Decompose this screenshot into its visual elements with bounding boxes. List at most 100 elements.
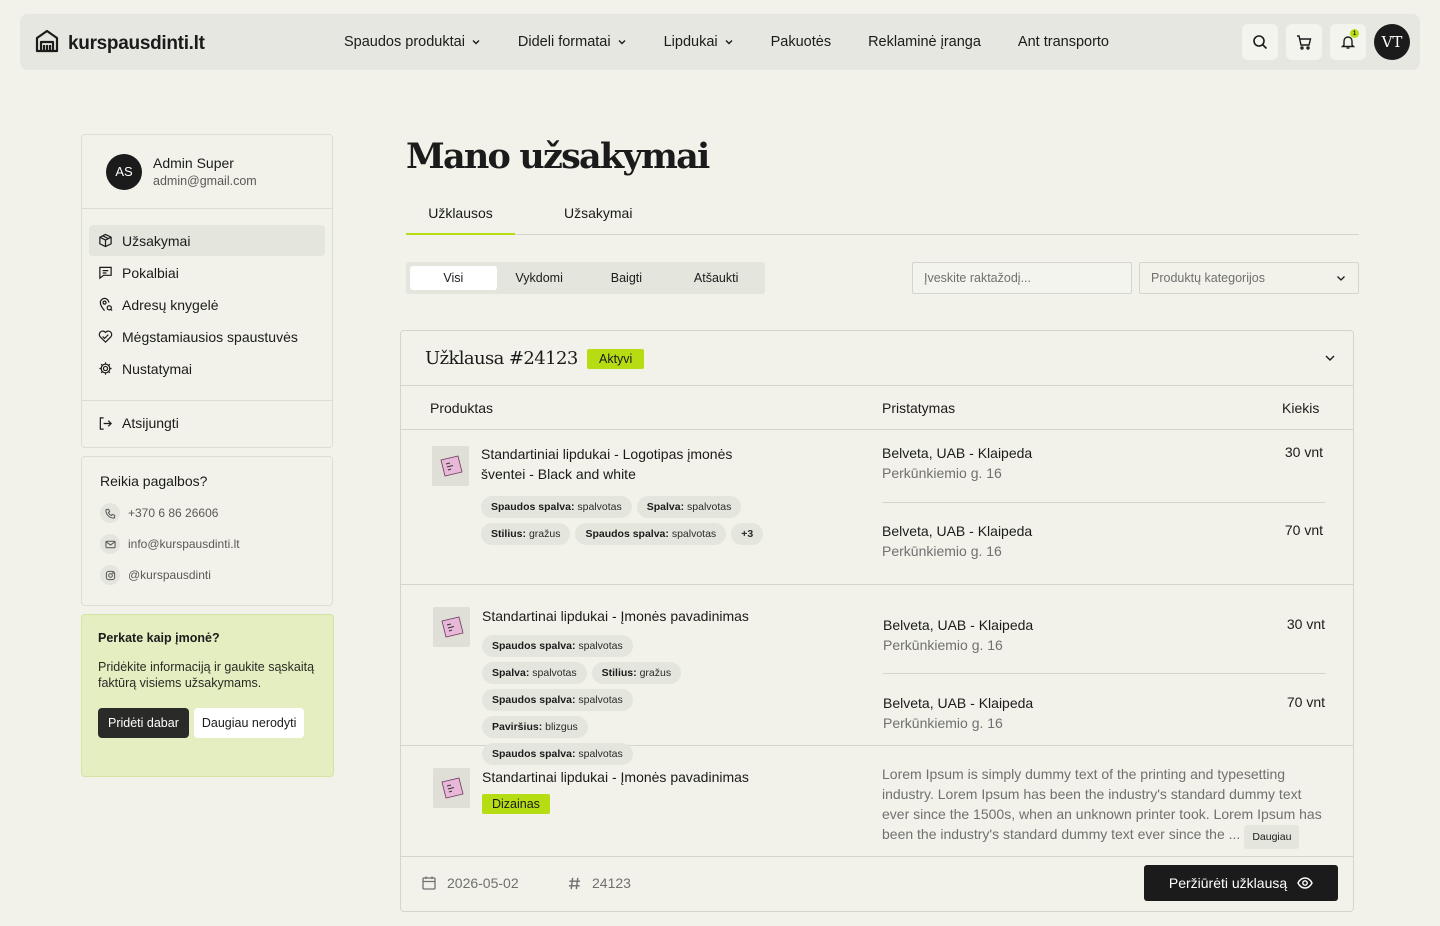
search-button[interactable] [1242, 24, 1278, 60]
avatar: AS [106, 153, 142, 190]
nav-item-lipdukai[interactable]: Lipdukai [664, 34, 734, 50]
order-number-text: 24123 [592, 875, 631, 891]
package-icon [99, 233, 112, 248]
product-tags: Spaudos spalva: spalvotas Spalva: spalvo… [481, 496, 781, 545]
status-filter: Visi Vykdomi Baigti Atšaukti [406, 262, 765, 294]
nav-item-dideli-formatai[interactable]: Dideli formatai [518, 34, 627, 50]
notification-badge: 1 [1350, 29, 1359, 38]
add-company-button[interactable]: Pridėti dabar [98, 708, 189, 738]
logout-icon [99, 416, 112, 430]
tab-uzklausos[interactable]: Užklausos [406, 205, 515, 235]
product-tag: Paviršius: blizgus [482, 716, 588, 738]
status-badge: Aktyvi [587, 349, 645, 369]
product-tag: Stilius: gražus [481, 523, 571, 545]
product-tag: Spaudos spalva: spalvotas [481, 496, 632, 518]
sticker-image-icon [441, 616, 463, 638]
top-navigation-bar: kurspausdinti.lt Spaudos produktai Didel… [20, 14, 1420, 70]
profile-name: Admin Super [153, 155, 234, 171]
sidebar-item-adresu-knygele[interactable]: Adresų knygelė [89, 289, 325, 320]
user-avatar[interactable]: VT [1374, 24, 1410, 60]
nav-label: Lipdukai [663, 34, 718, 50]
sidebar-item-label: Užsakymai [122, 232, 191, 249]
header-actions: 1 VT [1242, 24, 1410, 60]
nav-item-reklamine-iranga[interactable]: Reklaminė įranga [868, 34, 981, 50]
order-title: Užklausa #24123 [425, 348, 578, 369]
delivery-divider [882, 502, 1325, 503]
table-row: Standartiniai lipdukai - Logotipas įmonė… [401, 430, 1353, 585]
delivery-divider [883, 673, 1326, 674]
product-thumbnail [433, 607, 470, 647]
design-badge: Dizainas [482, 794, 550, 814]
help-title: Reikia pagalbos? [100, 473, 208, 489]
help-instagram[interactable]: @kurspausdinti [100, 565, 314, 585]
product-thumbnail [433, 768, 470, 808]
view-request-button[interactable]: Peržiūrėti užklausą [1144, 865, 1338, 901]
sidebar-item-pokalbiai[interactable]: Pokalbiai [89, 257, 325, 288]
filter-vykdomi[interactable]: Vykdomi [497, 266, 582, 290]
sidebar-item-uzsakymai[interactable]: Užsakymai [89, 225, 325, 256]
company-title: Perkate kaip įmonė? [98, 631, 220, 645]
logout-label: Atsijungti [122, 415, 179, 431]
nav-item-spaudos-produktai[interactable]: Spaudos produktai [344, 34, 481, 50]
nav-label: Dideli formatai [517, 34, 611, 50]
logout-button[interactable]: Atsijungti [82, 401, 332, 445]
delivery-company: Belveta, UAB - Klaipeda [883, 617, 1034, 633]
quantity: 30 vnt [1286, 616, 1325, 632]
sidebar-item-nustatymai[interactable]: Nustatymai [89, 353, 325, 384]
category-select[interactable]: Produktų kategorijos [1139, 262, 1359, 294]
sidebar-item-label: Nustatymai [122, 360, 193, 377]
chevron-down-icon [1325, 355, 1335, 361]
profile: AS Admin Super admin@gmail.com [82, 135, 332, 209]
product-tag: Stilius: gražus [591, 662, 682, 684]
chevron-down-icon [725, 40, 733, 45]
nav-item-ant-transporto[interactable]: Ant transporto [1018, 34, 1109, 50]
sticker-image-icon [441, 777, 463, 799]
nav-item-pakuotes[interactable]: Pakuotės [771, 34, 831, 50]
delivery-entry: Belveta, UAB - Klaipeda Perkūnkiemio g. … [883, 615, 1033, 655]
category-select-label: Produktų kategorijos [1151, 271, 1265, 285]
sidebar-item-megstamiausios-spaustuves[interactable]: Mėgstamiausios spaustuvės [89, 321, 325, 352]
table-row: Standartinai lipdukai - Įmonės pavadinim… [401, 585, 1353, 765]
cart-icon [1297, 35, 1312, 50]
delivery-company: Belveta, UAB - Klaipeda [882, 445, 1033, 461]
chevron-down-icon [618, 40, 626, 45]
sidebar-item-label: Pokalbiai [122, 264, 179, 281]
sidebar-item-label: Mėgstamiausios spaustuvės [122, 328, 298, 345]
filter-visi[interactable]: Visi [410, 266, 497, 290]
help-email[interactable]: info@kurspausdinti.lt [100, 534, 314, 554]
column-product: Produktas [430, 400, 494, 416]
request-description: Lorem Ipsum is simply dummy text of the … [882, 764, 1332, 849]
sidebar-item-label: Adresų knygelė [122, 296, 219, 313]
tab-uzsakymai[interactable]: Užsakymai [564, 205, 632, 235]
column-qty: Kiekis [1282, 400, 1320, 416]
mail-icon [100, 534, 120, 554]
order-tabs: Užklausos Užsakymai [406, 205, 1359, 235]
nav-label: Spaudos produktai [344, 34, 465, 50]
logo-icon [34, 28, 60, 59]
filter-atsaukti[interactable]: Atšaukti [671, 266, 761, 290]
logo[interactable]: kurspausdinti.lt [34, 28, 205, 59]
calendar-icon [422, 876, 436, 890]
quantity: 70 vnt [1286, 694, 1325, 710]
account-sidebar: AS Admin Super admin@gmail.com Užsakymai… [81, 134, 333, 448]
collapse-button[interactable] [1323, 351, 1337, 370]
product-tag: Spalva: spalvotas [482, 662, 587, 684]
main-nav: Spaudos produktai Dideli formatai Lipduk… [344, 14, 1146, 70]
instagram-icon [100, 565, 120, 585]
page-title: Mano užsakymai [406, 136, 710, 177]
profile-email: admin@gmail.com [153, 174, 257, 188]
help-phone[interactable]: +370 6 86 26606 [100, 503, 314, 523]
delivery-address: Perkūnkiemio g. 16 [883, 715, 1003, 731]
help-instagram-text: @kurspausdinti [128, 568, 211, 582]
column-delivery: Pristatymas [882, 400, 956, 416]
read-more-button[interactable]: Daugiau [1244, 825, 1300, 849]
cart-button[interactable] [1286, 24, 1322, 60]
notifications-button[interactable]: 1 [1330, 24, 1366, 60]
search-input[interactable] [912, 262, 1132, 294]
more-tags-button[interactable]: +3 [731, 523, 764, 545]
help-card: Reikia pagalbos? +370 6 86 26606 info@ku… [81, 456, 333, 606]
order-date: 2026-05-02 [421, 875, 519, 891]
filter-baigti[interactable]: Baigti [582, 266, 672, 290]
order-footer: 2026-05-02 24123 Peržiūrėti užklausą [401, 855, 1353, 911]
dismiss-button[interactable]: Daugiau nerodyti [193, 708, 305, 738]
